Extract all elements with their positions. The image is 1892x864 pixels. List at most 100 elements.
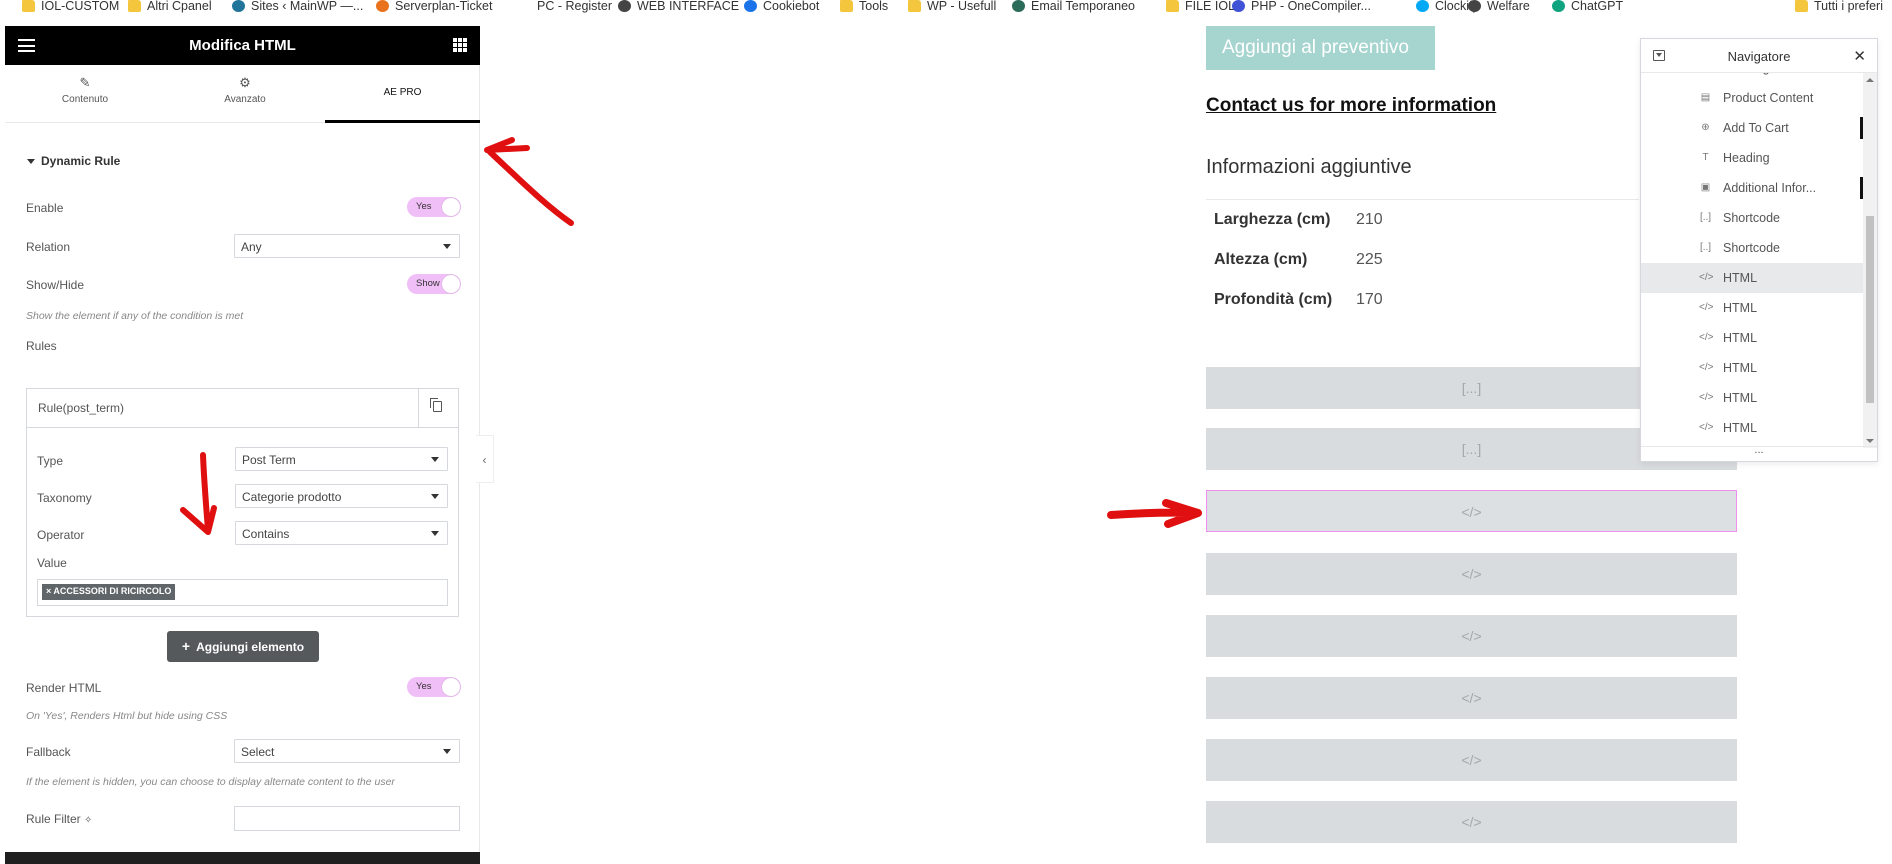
html-widget-placeholder[interactable]: </> <box>1206 553 1737 595</box>
navigator-resize-handle[interactable]: ... <box>1641 445 1877 461</box>
attribute-label: Larghezza (cm) <box>1214 211 1331 228</box>
dropdown-arrow-icon <box>443 244 451 249</box>
navigator-item[interactable]: T Heading <box>1641 143 1863 173</box>
additional-info-icon: ▣ <box>1700 182 1711 193</box>
bookmark-9[interactable]: WP - Usefull <box>908 0 996 14</box>
render-html-help: On 'Yes', Renders Html but hide using CS… <box>26 710 228 722</box>
tab-contenuto[interactable]: ✎ Contenuto <box>5 65 165 123</box>
rule-header[interactable]: Rule(post_term) <box>27 389 458 428</box>
dropdown-arrow-icon <box>431 494 439 499</box>
html-widget-placeholder-selected[interactable]: </> <box>1206 490 1737 532</box>
enable-toggle[interactable]: Yes <box>407 197 461 217</box>
contact-link[interactable]: Contact us for more information <box>1206 95 1496 117</box>
navigator-item[interactable]: ▤ Product Content <box>1641 83 1863 113</box>
duplicate-icon[interactable] <box>418 389 458 427</box>
globe-icon <box>1468 0 1481 12</box>
html-widget-placeholder[interactable]: </> <box>1206 615 1737 657</box>
bookmark-label: Welfare <box>1487 0 1530 13</box>
bookmark-2[interactable]: Altri Cpanel <box>128 0 212 14</box>
navigator-item[interactable]: [..] Shortcode <box>1641 203 1863 233</box>
type-select[interactable]: Post Term <box>235 447 448 471</box>
navigator-header[interactable]: Navigatore ✕ <box>1641 39 1877 73</box>
navigator-item-label: HTML <box>1723 391 1758 405</box>
rule-repeater-item: Rule(post_term) Type Post Term Taxonomy … <box>26 388 459 617</box>
rule-filter-input[interactable] <box>234 806 460 831</box>
serverplan-icon <box>376 0 389 12</box>
bookmark-label: ChatGPT <box>1571 0 1624 13</box>
navigator-item[interactable]: [..] Shortcode <box>1641 233 1863 263</box>
section-dynamic-rule[interactable]: Dynamic Rule <box>27 154 120 168</box>
navigator-item-label: Shortcode <box>1723 211 1780 225</box>
folder-icon <box>1795 0 1808 12</box>
close-icon[interactable]: ✕ <box>1853 47 1866 65</box>
panel-title: Modifica HTML <box>189 37 296 54</box>
tab-avanzato[interactable]: ⚙ Avanzato <box>165 65 325 123</box>
taxonomy-label: Taxonomy <box>37 491 92 505</box>
show-hide-label: Show/Hide <box>26 278 85 292</box>
attribute-value: 225 <box>1356 251 1383 268</box>
wordpress-icon <box>232 0 245 12</box>
navigator-item-label: Heading <box>1723 73 1770 75</box>
heading-icon: T <box>1702 152 1709 163</box>
bookmark-11[interactable]: FILE IOL <box>1166 0 1235 14</box>
bookmark-5[interactable]: PC - Register <box>518 0 612 14</box>
navigator-item[interactable]: ▣ Additional Infor... <box>1641 173 1863 203</box>
html-widget-placeholder[interactable]: </> <box>1206 801 1737 843</box>
onecompiler-icon <box>1232 0 1245 12</box>
relation-select[interactable]: Any <box>234 234 460 258</box>
navigator-item[interactable]: </> HTML <box>1641 353 1863 383</box>
add-rule-button[interactable]: + Aggiungi elemento <box>167 631 319 662</box>
annotation-arrow-tab <box>484 137 574 226</box>
navigator-item[interactable]: </> HTML <box>1641 263 1863 293</box>
render-html-toggle[interactable]: Yes <box>407 677 461 697</box>
value-tag[interactable]: × ACCESSORI DI RICIRCOLO <box>42 584 176 600</box>
html-widget-placeholder[interactable]: </> <box>1206 739 1737 781</box>
fallback-select[interactable]: Select <box>234 739 460 763</box>
code-icon: </> <box>1699 362 1714 373</box>
navigator-item[interactable]: T Heading <box>1641 73 1863 83</box>
bookmark-12[interactable]: PHP - OneCompiler... <box>1232 0 1371 14</box>
show-hide-toggle[interactable]: Show <box>407 274 461 294</box>
navigator-item[interactable]: </> HTML <box>1641 323 1863 353</box>
folder-icon <box>908 0 921 12</box>
code-icon: </> <box>1699 332 1714 343</box>
bookmark-1[interactable]: IOL-CUSTOM <box>22 0 119 14</box>
value-multiselect[interactable]: × ACCESSORI DI RICIRCOLO <box>37 579 448 606</box>
widgets-grid-icon[interactable] <box>453 38 467 52</box>
collapse-panel-handle[interactable]: ‹ <box>476 435 494 483</box>
navigator-item[interactable]: </> HTML <box>1641 293 1863 323</box>
folder-icon <box>22 0 35 12</box>
bookmark-14[interactable]: Welfare <box>1468 0 1530 14</box>
operator-select[interactable]: Contains <box>235 521 448 545</box>
bookmark-4[interactable]: Serverplan-Ticket <box>376 0 493 14</box>
navigator-item[interactable]: </> HTML <box>1641 383 1863 413</box>
dropdown-arrow-icon <box>431 531 439 536</box>
clockify-icon <box>1416 0 1429 12</box>
code-icon: </> <box>1699 392 1714 403</box>
heading-icon: T <box>1699 73 1712 74</box>
rules-label: Rules <box>26 339 57 353</box>
html-widget-placeholder[interactable]: </> <box>1206 677 1737 719</box>
navigator-item[interactable]: ⊕ Add To Cart <box>1641 113 1863 143</box>
bookmark-8[interactable]: Tools <box>840 0 888 14</box>
add-to-quote-button[interactable]: Aggiungi al preventivo <box>1206 26 1435 70</box>
panel-header: Modifica HTML <box>5 26 480 65</box>
bookmark-7[interactable]: Cookiebot <box>744 0 819 14</box>
add-to-cart-icon: ⊕ <box>1701 122 1710 133</box>
pencil-icon: ✎ <box>79 75 91 90</box>
bookmark-15[interactable]: ChatGPT <box>1552 0 1623 14</box>
bookmark-label: WEB INTERFACE <box>637 0 740 13</box>
tab-ae-pro[interactable]: AE PRO <box>325 65 480 123</box>
taxonomy-select[interactable]: Categorie prodotto <box>235 484 448 508</box>
navigator-item[interactable]: </> HTML <box>1641 413 1863 443</box>
select-value: Categorie prodotto <box>242 490 342 504</box>
bookmark-6[interactable]: WEB INTERFACE <box>618 0 739 14</box>
tab-label: Avanzato <box>224 94 266 105</box>
bookmark-3[interactable]: Sites ‹ MainWP —... <box>232 0 363 14</box>
dropdown-arrow-icon <box>431 457 439 462</box>
select-value: Contains <box>242 527 290 541</box>
navigator-scrollbar[interactable] <box>1863 73 1877 448</box>
navigator-item-label: HTML <box>1723 421 1758 435</box>
bookmark-10[interactable]: Email Temporaneo <box>1012 0 1135 14</box>
bookmark-16[interactable]: Tutti i preferi <box>1795 0 1883 14</box>
